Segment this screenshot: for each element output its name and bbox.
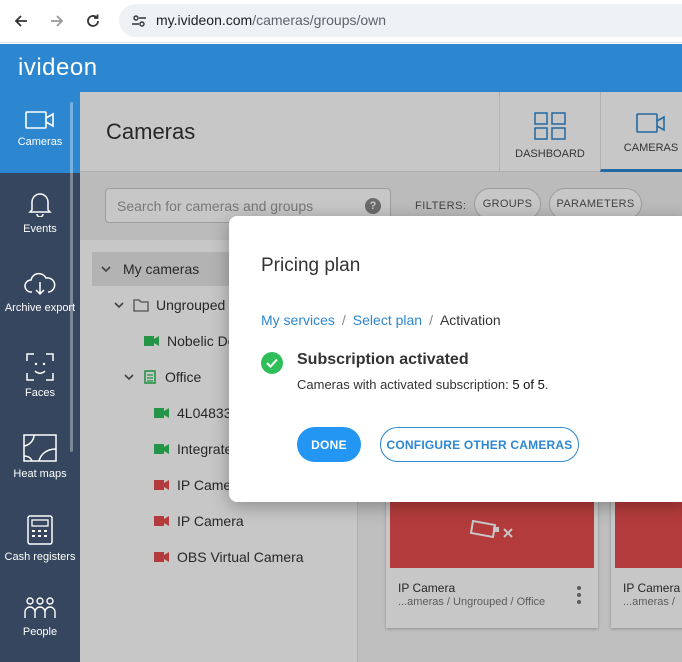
status-end: . xyxy=(544,377,549,392)
status-count: 5 of 5 xyxy=(512,377,545,392)
status-title: Subscription activated xyxy=(297,351,469,368)
app-header: ivideon xyxy=(0,44,682,92)
sidebar-item-label: Cameras xyxy=(17,136,63,148)
sidebar-item-heat-maps[interactable]: Heat maps xyxy=(0,416,80,497)
url-domain: my.ivideon.com xyxy=(156,12,253,28)
cash-register-icon xyxy=(27,515,53,545)
breadcrumb-separator: / xyxy=(429,312,433,328)
reload-icon xyxy=(87,14,99,27)
status-description: Cameras with activated subscription: 5 o… xyxy=(297,377,548,392)
sidebar: Cameras Events Archive export Faces Heat… xyxy=(0,92,80,662)
check-circle-icon xyxy=(261,352,283,374)
arrow-left-icon xyxy=(14,15,27,27)
cloud-download-icon xyxy=(24,272,56,296)
configure-other-cameras-button[interactable]: CONFIGURE OTHER CAMERAS xyxy=(380,427,579,462)
sidebar-scrollbar[interactable] xyxy=(70,102,73,452)
sidebar-item-label: Heat maps xyxy=(13,468,67,480)
people-icon xyxy=(24,597,56,618)
sidebar-item-label: Faces xyxy=(25,387,55,399)
breadcrumb: My services / Select plan / Activation xyxy=(261,312,501,328)
sidebar-item-archive-export[interactable]: Archive export xyxy=(0,254,80,335)
url-text: my.ivideon.com/cameras/groups/own xyxy=(156,12,386,28)
sidebar-item-people[interactable]: People xyxy=(0,578,80,659)
breadcrumb-separator: / xyxy=(341,312,346,328)
bell-icon xyxy=(28,193,52,217)
browser-toolbar: my.ivideon.com/cameras/groups/own xyxy=(0,0,682,43)
sidebar-item-label: Archive export xyxy=(4,302,76,314)
site-settings-icon[interactable] xyxy=(128,10,150,32)
breadcrumb-activation: Activation xyxy=(439,312,501,328)
sidebar-item-label: Cash registers xyxy=(4,551,76,563)
pricing-plan-dialog: Pricing plan My services / Select plan / Act… xyxy=(229,216,682,502)
ivideon-logo[interactable]: ivideon xyxy=(18,54,98,82)
url-path: /cameras/groups/own xyxy=(252,12,387,28)
sidebar-item-cash-registers[interactable]: Cash registers xyxy=(0,497,80,578)
back-button[interactable] xyxy=(8,8,34,34)
status-text: Cameras with activated subscription: xyxy=(297,377,513,392)
dialog-title: Pricing plan xyxy=(261,255,361,276)
breadcrumb-my-services[interactable]: My services xyxy=(261,312,335,328)
sidebar-item-faces[interactable]: Faces xyxy=(0,335,80,416)
sidebar-item-events[interactable]: Events xyxy=(0,173,80,254)
sidebar-item-label: People xyxy=(22,626,58,638)
reload-button[interactable] xyxy=(80,8,106,34)
face-scan-icon xyxy=(26,353,54,381)
forward-button[interactable] xyxy=(44,8,70,34)
breadcrumb-select-plan[interactable]: Select plan xyxy=(353,312,422,328)
camera-icon xyxy=(25,111,54,129)
heat-map-icon xyxy=(23,434,57,462)
done-button[interactable]: DONE xyxy=(297,427,361,462)
arrow-right-icon xyxy=(51,15,64,27)
sidebar-item-label: Events xyxy=(23,223,57,235)
sidebar-item-cameras[interactable]: Cameras xyxy=(0,92,80,173)
